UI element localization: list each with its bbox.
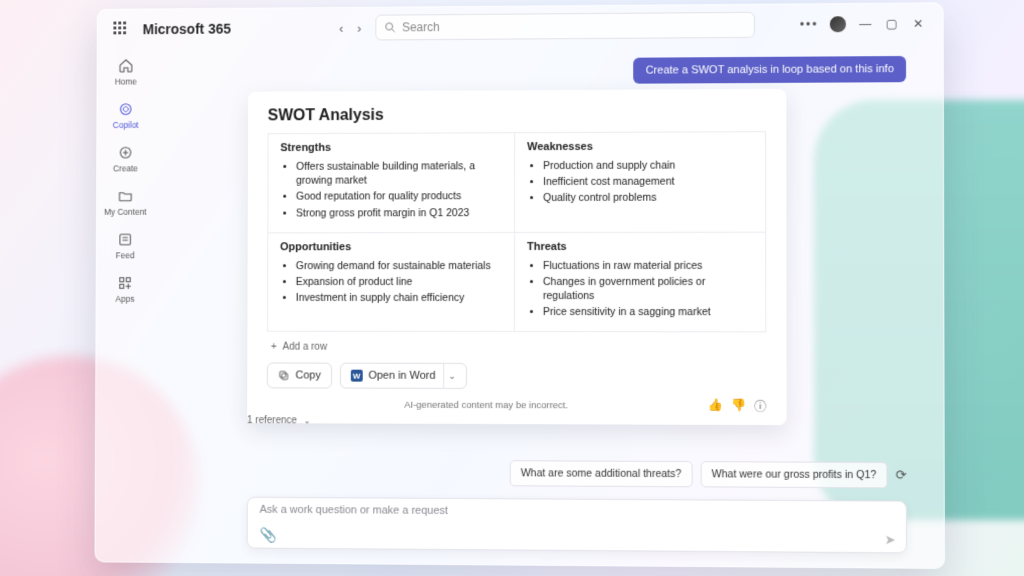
- thumbs-up-icon[interactable]: 👍: [708, 398, 723, 415]
- refresh-suggestions-icon[interactable]: ⟳: [896, 467, 907, 483]
- references-label: 1 reference: [247, 415, 297, 426]
- suggestion-chips: What are some additional threats? What w…: [510, 460, 907, 488]
- swot-item: Investment in supply chain efficiency: [296, 291, 502, 305]
- search-input[interactable]: Search: [375, 12, 755, 41]
- create-icon: [117, 144, 135, 162]
- thumbs-down-icon[interactable]: 👎: [731, 398, 746, 415]
- swot-weaknesses-cell: Weaknesses Production and supply chain I…: [515, 132, 765, 233]
- apps-icon: [116, 274, 134, 292]
- swot-item: Good reputation for quality products: [296, 189, 502, 204]
- user-message-bubble: Create a SWOT analysis in loop based on …: [634, 56, 906, 84]
- card-actions: Copy W Open in Word ⌄: [267, 363, 767, 390]
- swot-heading: Strengths: [280, 141, 502, 154]
- swot-item: Production and supply chain: [543, 158, 753, 173]
- swot-title: SWOT Analysis: [268, 105, 766, 125]
- feedback-controls: 👍 👎 ⓘ: [708, 398, 767, 415]
- swot-grid: Strengths Offers sustainable building ma…: [267, 131, 766, 333]
- word-icon: W: [351, 370, 363, 382]
- plus-icon: +: [271, 342, 277, 353]
- attach-icon[interactable]: 📎: [259, 527, 276, 544]
- sidebar-item-label: Home: [115, 77, 137, 87]
- nav-back-icon[interactable]: ‹: [339, 20, 343, 35]
- composer-input[interactable]: [260, 504, 896, 520]
- search-placeholder: Search: [402, 20, 440, 34]
- title-bar: Microsoft 365 ‹ › Search ••• — ▢ ✕: [98, 3, 943, 49]
- sidebar-item-label: Copilot: [113, 120, 139, 130]
- send-icon[interactable]: ➤: [885, 531, 896, 547]
- sidebar-item-mycontent[interactable]: My Content: [104, 185, 147, 219]
- swot-item: Quality control problems: [543, 191, 753, 206]
- swot-item: Expansion of product line: [296, 275, 502, 289]
- app-launcher-icon[interactable]: [113, 21, 129, 37]
- brand-label: Microsoft 365: [143, 21, 231, 37]
- avatar[interactable]: [829, 15, 847, 33]
- more-icon[interactable]: •••: [800, 17, 819, 31]
- sidebar-item-copilot[interactable]: Copilot: [113, 98, 139, 132]
- open-in-word-button[interactable]: W Open in Word ⌄: [340, 363, 467, 389]
- swot-item: Price sensitivity in a sagging market: [543, 305, 753, 319]
- swot-heading: Weaknesses: [527, 140, 753, 153]
- references-toggle[interactable]: 1 reference ⌄: [247, 415, 310, 426]
- open-word-label: Open in Word: [368, 370, 435, 382]
- search-icon: [384, 21, 396, 33]
- swot-opportunities-cell: Opportunities Growing demand for sustain…: [268, 233, 515, 332]
- response-card: SWOT Analysis Strengths Offers sustainab…: [247, 89, 787, 426]
- app-window: Microsoft 365 ‹ › Search ••• — ▢ ✕ Home: [95, 2, 945, 569]
- home-icon: [117, 57, 135, 75]
- sidebar-item-label: Apps: [115, 294, 134, 304]
- sidebar-item-label: My Content: [104, 207, 146, 217]
- window-minimize-icon[interactable]: —: [857, 17, 873, 31]
- message-composer[interactable]: 📎 ➤: [247, 497, 907, 554]
- add-row-button[interactable]: + Add a row: [271, 342, 766, 354]
- sidebar-item-home[interactable]: Home: [115, 55, 137, 89]
- chevron-down-icon: ⌄: [304, 416, 311, 425]
- sidebar-item-label: Create: [113, 163, 138, 173]
- swot-threats-cell: Threats Fluctuations in raw material pri…: [515, 232, 765, 331]
- swot-item: Offers sustainable building materials, a…: [296, 159, 502, 188]
- sidebar-item-apps[interactable]: Apps: [115, 272, 134, 306]
- swot-item: Fluctuations in raw material prices: [543, 259, 753, 273]
- suggestion-chip[interactable]: What were our gross profits in Q1?: [701, 461, 888, 488]
- ai-disclaimer: AI-generated content may be incorrect.: [404, 400, 568, 412]
- add-row-label: Add a row: [283, 342, 327, 353]
- nav-arrows: ‹ ›: [339, 20, 361, 35]
- chat-main: Create a SWOT analysis in loop based on …: [152, 44, 944, 568]
- swot-item: Changes in government policies or regula…: [543, 275, 753, 304]
- swot-heading: Opportunities: [280, 241, 502, 253]
- swot-strengths-cell: Strengths Offers sustainable building ma…: [268, 133, 515, 233]
- swot-heading: Threats: [527, 240, 753, 252]
- sidebar: Home Copilot Create My Content Feed Apps: [96, 49, 155, 562]
- chevron-down-icon[interactable]: ⌄: [443, 364, 456, 388]
- folder-icon: [117, 187, 135, 205]
- sidebar-item-label: Feed: [116, 250, 135, 260]
- nav-forward-icon[interactable]: ›: [357, 20, 361, 35]
- swot-item: Strong gross profit margin in Q1 2023: [296, 206, 502, 221]
- copy-label: Copy: [295, 370, 320, 382]
- suggestion-chip[interactable]: What are some additional threats?: [510, 460, 693, 487]
- copy-button[interactable]: Copy: [267, 363, 332, 389]
- sidebar-item-feed[interactable]: Feed: [116, 229, 135, 263]
- swot-item: Growing demand for sustainable materials: [296, 259, 502, 273]
- swot-item: Inefficient cost management: [543, 175, 753, 190]
- card-footer: AI-generated content may be incorrect. 👍…: [267, 397, 767, 416]
- window-close-icon[interactable]: ✕: [910, 17, 926, 31]
- window-controls: ••• — ▢ ✕: [800, 15, 933, 34]
- sidebar-item-create[interactable]: Create: [113, 142, 138, 176]
- info-icon[interactable]: ⓘ: [754, 398, 766, 415]
- window-maximize-icon[interactable]: ▢: [884, 17, 900, 31]
- feed-icon: [116, 231, 134, 249]
- copy-icon: [278, 370, 290, 382]
- copilot-icon: [117, 100, 135, 118]
